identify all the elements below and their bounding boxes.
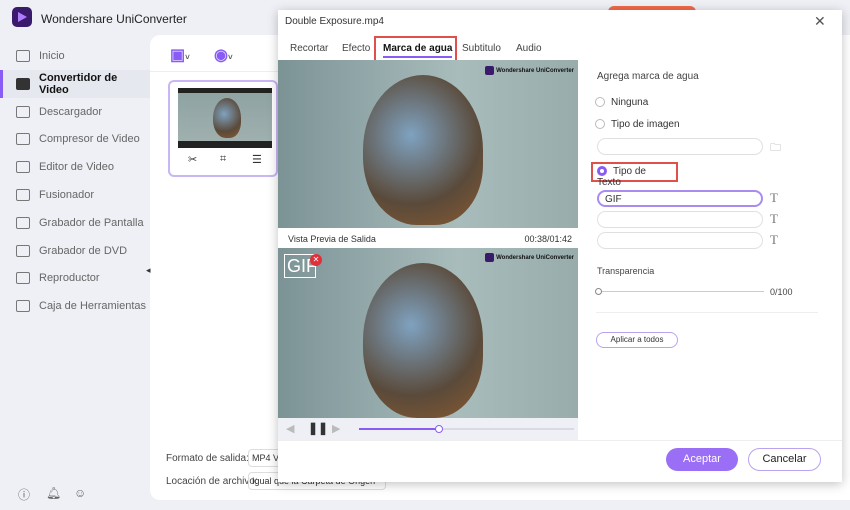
apply-all-button[interactable]: Aplicar a todos — [596, 332, 678, 348]
tab[interactable]: Audio — [516, 43, 542, 54]
original-preview: Wondershare UniConverter — [278, 60, 578, 228]
sidebar-item[interactable]: Descargador — [0, 98, 150, 126]
option-none[interactable]: Ninguna — [595, 97, 648, 108]
dialog-title: Double Exposure.mp4 — [285, 16, 384, 27]
close-icon[interactable]: ✕ — [814, 13, 826, 30]
scissors-icon — [16, 161, 30, 174]
sidebar-item-label: Grabador de DVD — [39, 244, 128, 257]
preview-label: Vista Previa de Salida — [288, 234, 376, 244]
sidebar-item-label: Inicio — [39, 50, 65, 62]
video-thumbnail — [178, 88, 272, 148]
sidebar-item-label: Editor de Video — [39, 161, 115, 174]
folder-icon[interactable]: 🗀 — [770, 139, 781, 158]
compress-icon — [16, 133, 30, 146]
brand-watermark: Wondershare UniConverter — [485, 253, 574, 262]
sidebar-item[interactable]: Caja de Herramientas — [0, 292, 150, 320]
sidebar-item-label: Descargador — [39, 105, 102, 118]
format-label: Formato de salida: — [166, 453, 249, 464]
sidebar-item[interactable]: Grabador de DVD — [0, 237, 150, 265]
video-card[interactable]: ✂ ⌗ ☰ — [168, 80, 278, 177]
location-label: Locación de archivo: — [166, 476, 258, 487]
time-display: 00:38/01:42 — [524, 234, 572, 244]
tab[interactable]: Recortar — [290, 43, 328, 54]
converter-icon — [16, 77, 30, 90]
crop-icon[interactable]: ⌗ — [220, 153, 226, 166]
player-icon — [16, 272, 30, 285]
feedback-icon[interactable]: ☺ — [74, 486, 86, 500]
dvd-icon — [16, 244, 30, 257]
text-input-3[interactable] — [597, 232, 763, 249]
toolbox-icon — [16, 300, 30, 313]
text-style-icon[interactable]: T — [770, 211, 778, 227]
settings-icon[interactable]: ☰ — [252, 153, 262, 166]
sidebar-item-label: Reproductor — [39, 272, 100, 285]
tab[interactable]: Efecto — [342, 43, 370, 54]
transparency-value: 0/100 — [770, 287, 793, 297]
sidebar-item[interactable]: Grabador de Pantalla — [0, 209, 150, 237]
sidebar-item[interactable]: Fusionador — [0, 181, 150, 209]
sidebar-item-label: Fusionador — [39, 189, 95, 201]
sidebar-item[interactable]: Convertidor de Video — [0, 69, 150, 98]
cancel-button[interactable]: Cancelar — [748, 448, 821, 471]
trim-icon[interactable]: ✂ — [188, 153, 197, 166]
player-controls: ◀ ❚❚ ▶ — [278, 418, 578, 440]
app-title: Wondershare UniConverter — [41, 12, 187, 26]
sidebar-item[interactable]: Compresor de Video — [0, 125, 150, 153]
prev-frame-icon[interactable]: ◀ — [286, 422, 294, 435]
brand-watermark: Wondershare UniConverter — [485, 66, 574, 75]
panel-heading: Agrega marca de agua — [597, 71, 699, 82]
app-logo — [12, 7, 32, 27]
tab[interactable]: Subtitulo — [462, 43, 501, 54]
text-input-2[interactable] — [597, 211, 763, 228]
notification-icon[interactable]: 🔔︎ — [46, 486, 61, 500]
sidebar-item[interactable]: Editor de Video — [0, 153, 150, 181]
edit-dialog: Double Exposure.mp4 ✕ Recortar Efecto Marc… — [278, 10, 842, 482]
accept-button[interactable]: Aceptar — [666, 448, 738, 471]
text-input-1[interactable]: GIF — [597, 190, 763, 207]
screen-record-icon — [16, 216, 30, 229]
collapse-sidebar-icon[interactable]: ◂ — [146, 265, 156, 279]
option-image[interactable]: Tipo de imagen — [595, 119, 680, 130]
sidebar-item[interactable]: Inicio — [0, 42, 150, 70]
help-icon[interactable]: ⓘ — [18, 486, 30, 503]
transparency-slider[interactable] — [595, 288, 764, 295]
sidebar-item-label: Compresor de Video — [39, 133, 140, 146]
home-icon — [16, 50, 30, 62]
image-path-input[interactable] — [597, 138, 763, 155]
text-style-icon[interactable]: T — [770, 190, 778, 206]
add-file-button[interactable]: ▣˅ — [170, 45, 190, 65]
remove-watermark-icon[interactable]: ✕ — [310, 254, 322, 266]
add-dvd-button[interactable]: ◉˅ — [214, 45, 233, 65]
seek-slider[interactable] — [359, 425, 574, 433]
text-style-icon[interactable]: T — [770, 232, 778, 248]
sidebar-item-label: Grabador de Pantalla — [39, 216, 144, 229]
sidebar-item-label: Convertidor de Video — [39, 71, 118, 96]
next-frame-icon[interactable]: ▶ — [332, 422, 340, 435]
merge-icon — [16, 189, 30, 201]
sidebar-item-label: Caja de Herramientas — [39, 300, 146, 313]
output-preview: Wondershare UniConverter GIF ✕ — [278, 248, 578, 418]
option-text[interactable]: Tipo de Texto — [591, 162, 678, 188]
download-icon — [16, 105, 30, 118]
transparency-label: Transparencia — [597, 266, 655, 276]
pause-icon[interactable]: ❚❚ — [308, 421, 328, 435]
sidebar-item[interactable]: Reproductor — [0, 264, 150, 292]
